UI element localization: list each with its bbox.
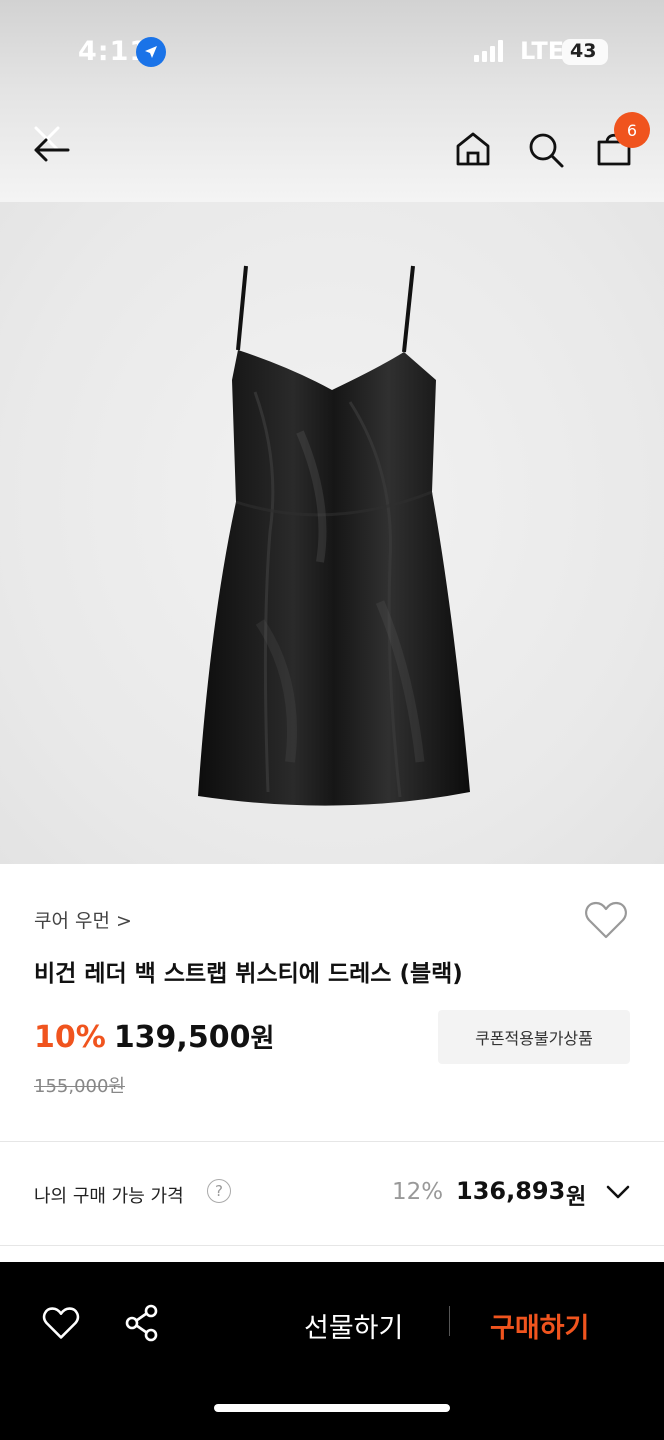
buy-button[interactable]: 구매하기 [490,1306,589,1345]
wishlist-button[interactable] [584,900,628,944]
share-icon [125,1304,158,1342]
home-button[interactable] [454,130,492,172]
divider [449,1306,450,1336]
cart-count-badge: 6 [614,112,650,148]
bottom-action-bar: 선물하기 구매하기 [0,1262,664,1440]
my-price-label: 나의 구매 가능 가격 [34,1186,184,1207]
search-icon [529,133,564,168]
dress-image [198,265,470,806]
back-arrow-icon [34,126,70,162]
wishlist-bottom-button[interactable] [42,1306,80,1344]
search-button[interactable] [526,130,566,174]
discount-rate: 10% [34,1020,106,1055]
back-button[interactable] [28,120,74,170]
share-button[interactable] [124,1304,160,1346]
product-title: 비건 레더 백 스트랩 뷔스티에 드레스 (블랙) [34,961,463,987]
brand-link[interactable]: 쿠어 우먼 > [34,906,132,933]
divider [0,1245,664,1246]
coupon-status-badge: 쿠폰적용불가상품 [438,1010,630,1064]
location-arrow-icon [136,37,166,67]
price-row: 10% 139,500 원 [34,1018,274,1058]
sale-price-unit: 원 [250,1024,275,1054]
battery-level: 43 [570,40,597,62]
product-image[interactable] [0,202,664,864]
top-nav [0,110,664,190]
my-price-row[interactable]: 나의 구매 가능 가격 ? 12% 136,893 원 [0,1144,664,1244]
original-price: 155,000원 [34,1076,125,1097]
my-price-value: 136,893 [456,1177,566,1205]
network-type: LTE [520,37,565,65]
cellular-signal-icon [474,40,508,62]
chevron-down-icon[interactable] [604,1182,632,1206]
status-bar: 4:11 LTE 43 [0,30,664,74]
home-indicator [214,1404,450,1412]
gift-button[interactable]: 선물하기 [304,1306,403,1345]
my-price-rate: 12% [392,1179,444,1205]
divider [0,1141,664,1142]
home-icon [456,132,490,166]
help-icon[interactable]: ? [207,1179,231,1203]
sale-price: 139,500 [113,1020,251,1055]
my-price-unit: 원 [566,1185,587,1210]
heart-icon [585,901,627,939]
heart-icon [42,1307,80,1339]
